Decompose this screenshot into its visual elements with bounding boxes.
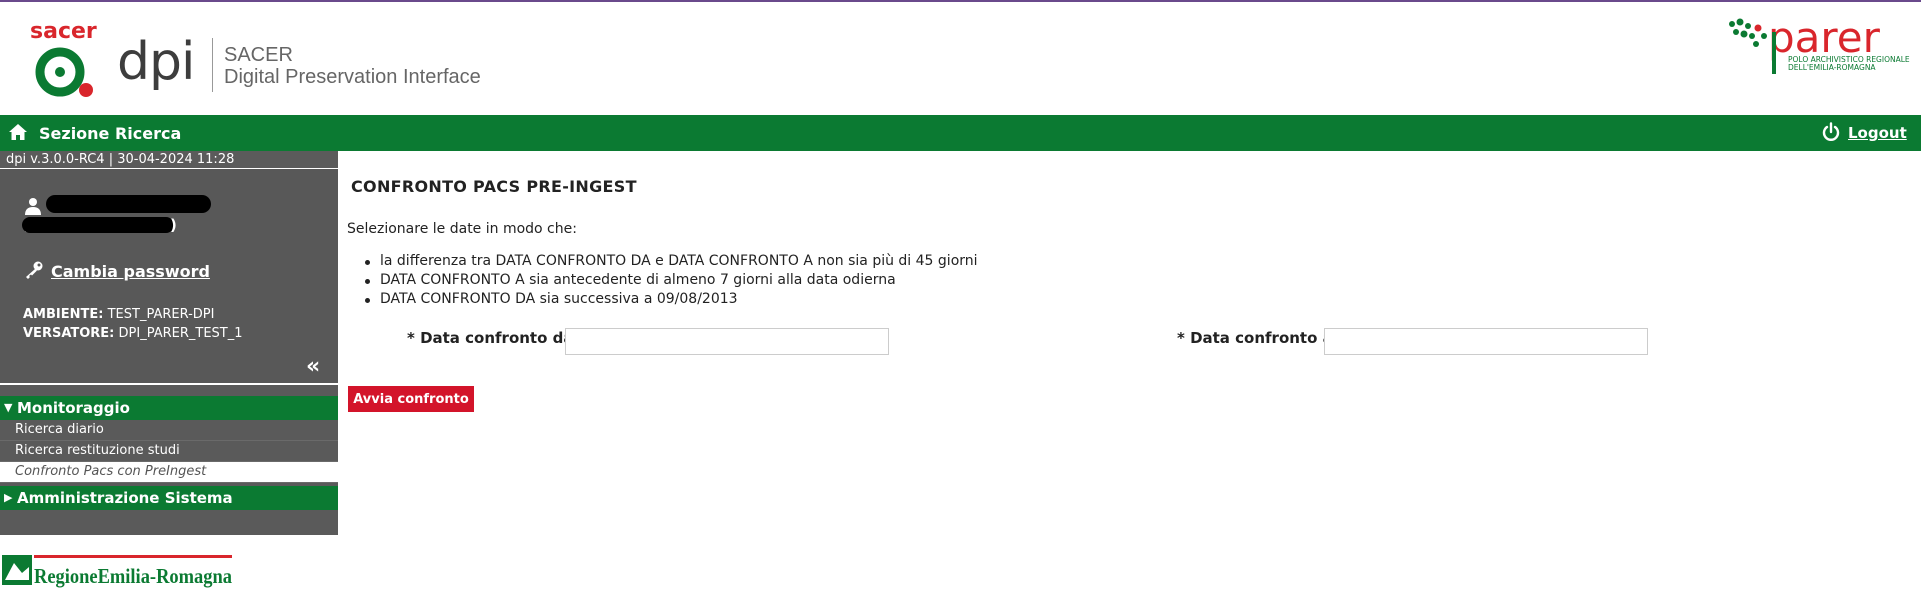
- versatore-label: VERSATORE:: [23, 326, 115, 341]
- date-from-input[interactable]: [565, 328, 889, 355]
- version-info: dpi v.3.0.0-RC4 | 30-04-2024 11:28: [0, 151, 338, 169]
- menu-group-amministrazione[interactable]: ▶ Amministrazione Sistema: [0, 486, 338, 510]
- redacted-username: [46, 195, 211, 213]
- start-comparison-button[interactable]: Avvia confronto: [348, 386, 474, 412]
- parer-subtitle-line2: DELL'EMILIA-ROMAGNA: [1788, 63, 1876, 72]
- app-name-line1: SACER: [224, 44, 293, 66]
- close-paren: ): [170, 216, 177, 234]
- user-panel: ( ) Cambia password AMBIENTE: TEST_PARER…: [0, 169, 338, 535]
- top-navbar: Sezione Ricerca Logout: [0, 115, 1921, 151]
- change-password-link[interactable]: Cambia password: [51, 262, 210, 281]
- rule-item: la differenza tra DATA CONFRONTO DA e DA…: [365, 253, 978, 272]
- caret-down-icon: ▼: [4, 401, 13, 414]
- section-title: Sezione Ricerca: [39, 124, 182, 143]
- menu-group-label: Amministrazione Sistema: [17, 489, 233, 507]
- ambiente-line: AMBIENTE: TEST_PARER-DPI: [23, 307, 214, 322]
- sidebar-separator: [0, 383, 338, 385]
- date-to-label: * Data confronto a: [1177, 329, 1333, 347]
- logout-link[interactable]: Logout: [1848, 124, 1907, 142]
- parer-logo: parer POLO ARCHIVISTICO REGIONALE DELL'E…: [1729, 14, 1910, 74]
- sidebar: dpi v.3.0.0-RC4 | 30-04-2024 11:28 ( ) C…: [0, 151, 338, 535]
- ambiente-label: AMBIENTE:: [23, 307, 104, 322]
- home-icon[interactable]: [8, 122, 28, 142]
- rules-list: la differenza tra DATA CONFRONTO DA e DA…: [365, 253, 978, 310]
- app-name: SACER Digital Preservation Interface: [224, 44, 481, 88]
- rule-item: DATA CONFRONTO A sia antecedente di alme…: [365, 272, 978, 291]
- logo-divider: [212, 38, 213, 92]
- regione-emilia-romagna-logo: RegioneEmilia-Romagna: [2, 555, 232, 588]
- user-icon: [25, 198, 41, 215]
- redacted-user-detail: [22, 217, 174, 233]
- versatore-line: VERSATORE: DPI_PARER_TEST_1: [23, 326, 243, 341]
- page-header: sacer dpi SACER Digital Preservation Int…: [0, 2, 1921, 115]
- dpi-logo-text: dpi: [117, 32, 195, 92]
- page-title: CONFRONTO PACS PRE-INGEST: [351, 177, 637, 196]
- rule-item: DATA CONFRONTO DA sia successiva a 09/08…: [365, 291, 978, 310]
- versatore-value: DPI_PARER_TEST_1: [118, 326, 243, 341]
- user-info-box: ( ) Cambia password AMBIENTE: TEST_PARER…: [0, 169, 338, 383]
- caret-right-icon: ▶: [4, 491, 13, 504]
- menu-group-label: Monitoraggio: [17, 399, 130, 417]
- date-from-label: * Data confronto da: [407, 329, 574, 347]
- power-icon[interactable]: [1821, 122, 1841, 142]
- app-name-line2: Digital Preservation Interface: [224, 66, 481, 88]
- intro-text: Selezionare le date in modo che:: [347, 221, 577, 237]
- sacer-logo-text: sacer: [30, 19, 97, 44]
- key-icon: [26, 261, 43, 279]
- ambiente-value: TEST_PARER-DPI: [107, 307, 215, 322]
- date-to-input[interactable]: [1324, 328, 1648, 355]
- collapse-sidebar-icon[interactable]: «: [306, 356, 320, 378]
- menu-item-ricerca-restituzione[interactable]: Ricerca restituzione studi: [0, 441, 338, 462]
- menu-item-ricerca-diario[interactable]: Ricerca diario: [0, 420, 338, 441]
- regione-logo-text: RegioneEmilia-Romagna: [34, 564, 232, 588]
- sacer-logo: sacer: [30, 19, 97, 97]
- menu-group-monitoraggio[interactable]: ▼ Monitoraggio: [0, 396, 338, 420]
- menu-item-confronto-pacs[interactable]: Confronto Pacs con PreIngest: [0, 462, 338, 483]
